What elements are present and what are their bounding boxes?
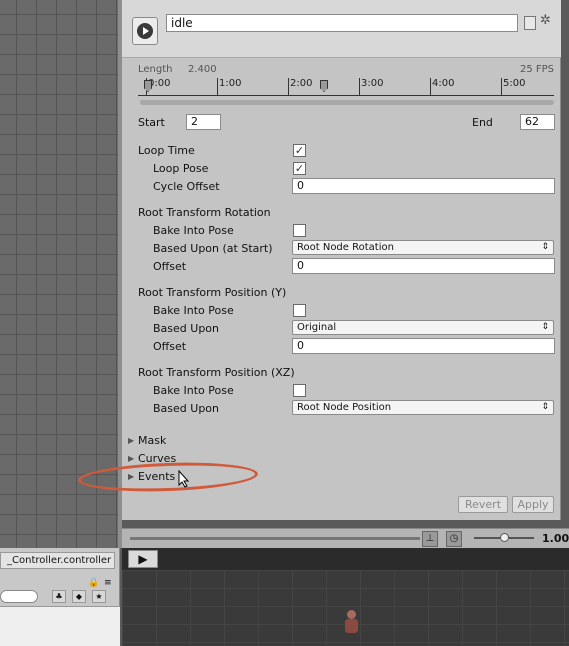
position-y-offset-field[interactable]: 0 [292, 338, 555, 354]
dropdown-value: Root Node Rotation [297, 242, 394, 253]
pivot-icon[interactable]: ⊥ [422, 531, 438, 547]
offset-label: Offset [153, 260, 187, 273]
offset-label: Offset [153, 340, 187, 353]
section-heading: Root Transform Rotation [138, 206, 271, 219]
tick-label: 3:00 [359, 78, 383, 96]
position-xz-based-upon-dropdown[interactable]: Root Node Position ⇕ [292, 400, 554, 415]
apply-button[interactable]: Apply [512, 496, 554, 513]
start-field[interactable]: 2 [186, 114, 221, 130]
section-heading: Root Transform Position (XZ) [138, 366, 295, 379]
tick-label: 5:00 [501, 78, 525, 96]
clip-timeline[interactable]: Length 2.400 25 FPS 0:00 1:00 2:00 3:00 … [136, 62, 556, 105]
rotation-based-upon-dropdown[interactable]: Root Node Rotation ⇕ [292, 240, 554, 255]
project-panel: _Controller.controller 🔒 ≡ ♣ ◆ ★ [0, 548, 120, 646]
cycle-offset-field[interactable]: 0 [292, 178, 555, 194]
speed-slider-knob[interactable] [500, 533, 509, 542]
lock-icon[interactable]: 🔒 [88, 578, 99, 588]
bake-into-pose-label: Bake Into Pose [153, 384, 234, 397]
filter-type-icon[interactable]: ♣ [52, 590, 66, 603]
speed-icon[interactable]: ◷ [446, 531, 462, 547]
cycle-offset-label: Cycle Offset [153, 180, 220, 193]
dropdown-arrow-icon: ⇕ [541, 402, 549, 412]
dropdown-value: Root Node Position [297, 402, 392, 413]
loop-pose-label: Loop Pose [153, 162, 209, 175]
fps-label: 25 FPS [519, 64, 554, 75]
tick-label: 1:00 [217, 78, 241, 96]
speed-value: 1.00 [542, 532, 569, 545]
rotation-bake-checkbox[interactable] [293, 224, 306, 237]
mask-foldout[interactable]: Mask [138, 434, 166, 447]
mouse-cursor-icon [178, 470, 190, 488]
foldout-arrow-icon[interactable]: ▶ [128, 454, 134, 463]
play-icon: ▶ [138, 552, 148, 566]
preview-time-slider[interactable] [130, 537, 420, 540]
dropdown-value: Original [297, 322, 337, 333]
clip-name-field[interactable]: idle [166, 14, 518, 32]
length-value: 2.400 [188, 64, 217, 75]
preview-toolbar: ⊥ ◷ 1.00 [122, 528, 569, 548]
project-asset-list[interactable] [0, 606, 120, 646]
loop-pose-checkbox[interactable]: ✓ [293, 162, 306, 175]
animation-clip-icon [132, 17, 158, 45]
end-label: End [472, 116, 493, 129]
favorite-star-icon[interactable]: ★ [92, 590, 106, 603]
loop-time-checkbox[interactable]: ✓ [293, 144, 306, 157]
position-y-bake-checkbox[interactable] [293, 304, 306, 317]
based-upon-label: Based Upon [153, 322, 219, 335]
dropdown-arrow-icon: ⇕ [541, 322, 549, 332]
position-xz-bake-checkbox[interactable] [293, 384, 306, 397]
position-y-based-upon-dropdown[interactable]: Original ⇕ [292, 320, 554, 335]
animation-clip-inspector: idle ✲ Length 2.400 25 FPS 0:00 1:00 2:0… [122, 0, 561, 520]
gear-icon[interactable]: ✲ [540, 13, 551, 28]
help-book-icon[interactable] [524, 16, 536, 30]
timeline-scrollbar[interactable] [140, 100, 554, 105]
controller-tab[interactable]: _Controller.controller [0, 552, 115, 569]
timeline-ruler[interactable]: 0:00 1:00 2:00 3:00 4:00 5:00 [138, 78, 554, 96]
based-upon-label: Based Upon [153, 402, 219, 415]
play-button[interactable]: ▶ [128, 550, 158, 568]
dropdown-arrow-icon: ⇕ [541, 242, 549, 252]
rotation-offset-field[interactable]: 0 [292, 258, 555, 274]
end-field[interactable]: 62 [520, 114, 555, 130]
filter-label-icon[interactable]: ◆ [72, 590, 86, 603]
bake-into-pose-label: Bake Into Pose [153, 304, 234, 317]
tick-label: 4:00 [430, 78, 454, 96]
revert-button[interactable]: Revert [458, 496, 508, 513]
search-input[interactable] [0, 590, 38, 603]
foldout-arrow-icon[interactable]: ▶ [128, 436, 134, 445]
section-heading: Root Transform Position (Y) [138, 286, 287, 299]
menu-icon[interactable]: ≡ [104, 578, 112, 588]
start-label: Start [138, 116, 165, 129]
inspector-header: idle ✲ [122, 0, 561, 58]
based-upon-label: Based Upon (at Start) [153, 242, 273, 255]
bake-into-pose-label: Bake Into Pose [153, 224, 234, 237]
loop-time-label: Loop Time [138, 144, 195, 157]
length-label: Length [138, 64, 173, 75]
scene-view-grid[interactable] [0, 0, 118, 548]
animation-preview[interactable]: ▶ [122, 548, 569, 646]
tick-label: 2:00 [288, 78, 312, 96]
preview-character [344, 610, 358, 640]
